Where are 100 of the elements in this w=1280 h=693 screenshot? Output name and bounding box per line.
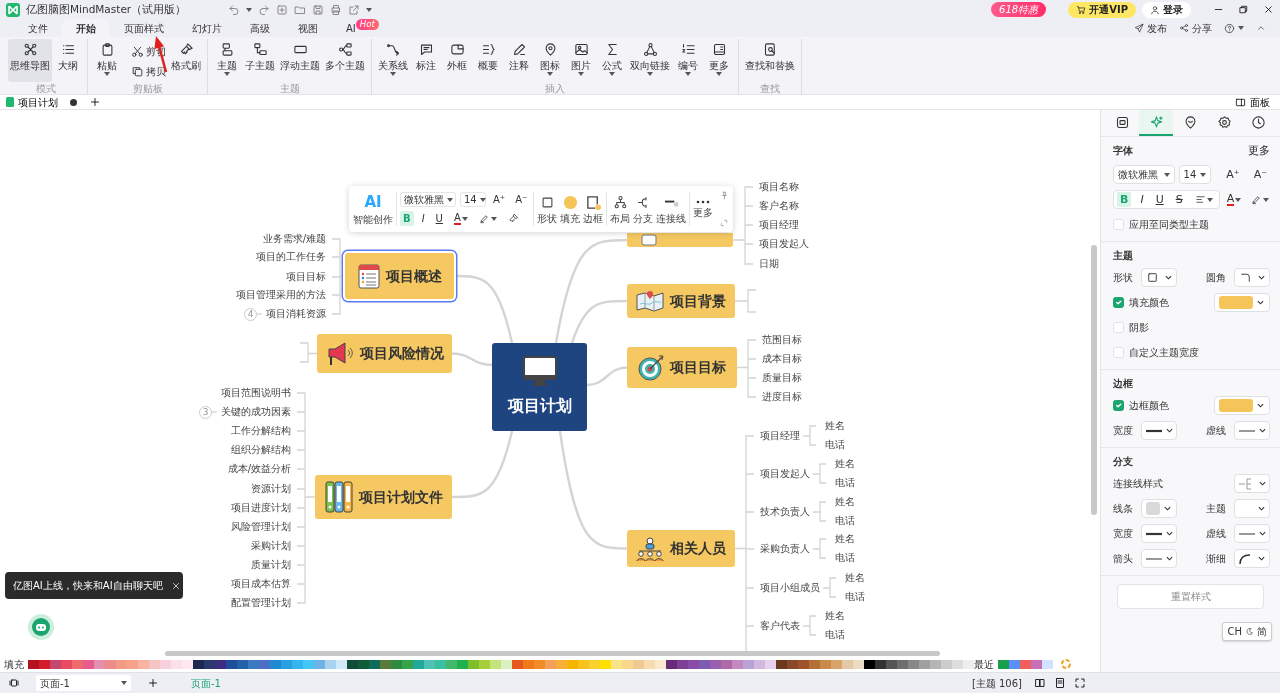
subtopic-label[interactable]: 项目目标 — [286, 270, 326, 284]
menu-tab[interactable]: 幻灯片 — [178, 19, 236, 37]
ribbon-button[interactable]: 更多 — [704, 39, 734, 82]
menu-tab[interactable]: 视图 — [284, 19, 332, 37]
subtopic-label[interactable]: 姓名 — [845, 571, 865, 585]
subtopic-label[interactable]: 风险管理计划 — [231, 520, 291, 534]
toolbar-button[interactable]: 填充 — [560, 194, 581, 224]
ribbon-button[interactable]: 关系线 — [376, 39, 410, 82]
subtopic-label[interactable]: 范围目标 — [762, 333, 802, 347]
grow-font-button[interactable]: A⁺ — [490, 192, 509, 207]
menu-tab[interactable]: 文件 — [14, 19, 62, 37]
ribbon-button[interactable]: 子主题 — [243, 39, 277, 82]
ribbon-button[interactable]: 浮动主题 — [278, 39, 322, 82]
subtopic-label[interactable]: 项目消耗资源 — [266, 307, 326, 321]
subtopic-label[interactable]: 项目发起人 — [759, 237, 809, 251]
ribbon-button[interactable]: 图片 — [566, 39, 596, 82]
style-button[interactable]: I — [1137, 192, 1147, 207]
subtopic-label[interactable]: 关键的成功因素 — [221, 405, 291, 419]
subtopic-label[interactable]: 工作分解结构 — [231, 424, 291, 438]
subtopic-label[interactable]: 电话 — [835, 476, 855, 490]
vip-button[interactable]: 开通VIP — [1068, 1, 1136, 18]
subtopic-label[interactable]: 质量目标 — [762, 371, 802, 385]
ribbon-button[interactable]: 图标 — [535, 39, 565, 82]
ribbon-button[interactable]: 外框 — [442, 39, 472, 82]
toolbar-button[interactable]: 形状 — [537, 194, 558, 224]
subtopic-label[interactable]: 客户名称 — [759, 199, 799, 213]
style-button[interactable]: U — [1152, 192, 1167, 207]
topic-node[interactable]: 项目目标 — [627, 347, 737, 388]
topic-node[interactable]: 项目背景 — [627, 284, 735, 318]
ribbon-button[interactable]: 概要 — [473, 39, 503, 82]
topic-node[interactable]: 项目概述 — [345, 253, 454, 299]
text-color-button[interactable]: A — [450, 211, 471, 226]
toolbar-button[interactable]: 更多 — [693, 200, 714, 218]
ribbon-button[interactable]: 格式刷 — [169, 39, 203, 82]
subtopic-label[interactable]: 采购计划 — [251, 539, 291, 553]
subtopic-label[interactable]: 质量计划 — [251, 558, 291, 572]
style-button[interactable]: S — [1172, 192, 1186, 207]
subtopic-label[interactable]: 项目发起人 — [760, 467, 810, 481]
subtopic-label[interactable]: 电话 — [835, 514, 855, 528]
subtopic-label[interactable]: 姓名 — [825, 609, 845, 623]
subtopic-label[interactable]: 姓名 — [825, 419, 845, 433]
subtopic-label[interactable]: 项目成本估算 — [231, 577, 291, 591]
style-button[interactable]: I — [418, 211, 428, 226]
login-button[interactable]: 登录 — [1142, 1, 1191, 18]
grow-font-button[interactable]: A⁺ — [1223, 167, 1243, 182]
style-button[interactable]: U — [432, 211, 446, 226]
more-link[interactable]: 更多 — [1248, 143, 1270, 160]
ai-button[interactable]: AI 智能创作 — [353, 193, 393, 225]
subtopic-label[interactable]: 成本目标 — [762, 352, 802, 366]
subtopic-label[interactable]: 技术负责人 — [760, 505, 810, 519]
subtopic-label[interactable]: 成本/效益分析 — [227, 462, 291, 476]
ribbon-button[interactable]: 查找和替换 — [743, 39, 797, 82]
subtopic-label[interactable]: 电话 — [825, 438, 845, 452]
text-color-button[interactable]: A — [1223, 192, 1245, 207]
subtopic-label[interactable]: 项目的工作任务 — [256, 250, 326, 264]
ribbon-button[interactable]: 编号 — [673, 39, 703, 82]
menu-tab[interactable]: 页面样式 — [110, 19, 178, 37]
subtopic-label[interactable]: 进度目标 — [762, 390, 802, 404]
shrink-font-button[interactable]: A⁻ — [512, 192, 531, 207]
subtopic-label[interactable]: 电话 — [845, 590, 865, 604]
subtopic-label[interactable]: 姓名 — [835, 495, 855, 509]
subtopic-label[interactable]: 项目经理 — [759, 218, 799, 232]
toolbar-button[interactable]: 边框 — [583, 194, 604, 224]
subtopic-label[interactable]: 客户代表 — [760, 619, 800, 633]
toolbar-button[interactable]: 连接线 — [656, 194, 687, 224]
subtopic-label[interactable]: 项目名称 — [759, 180, 799, 194]
subtopic-label[interactable]: 日期 — [759, 257, 779, 271]
input-method-indicator[interactable]: CH 简 — [1222, 622, 1272, 641]
ribbon-button[interactable]: 公式 — [597, 39, 627, 82]
subtopic-label[interactable]: 项目范围说明书 — [221, 386, 291, 400]
menu-tab[interactable]: 高级 — [236, 19, 284, 37]
topic-node[interactable]: 相关人员 — [627, 530, 735, 567]
subtopic-label[interactable]: 配置管理计划 — [231, 596, 291, 610]
header-action[interactable]: 发布 — [1128, 20, 1173, 36]
page-select[interactable]: 页面-1 — [36, 675, 131, 691]
subtopic-label[interactable]: 项目管理采用的方法 — [236, 288, 326, 302]
subtopic-label[interactable]: 组织分解结构 — [231, 443, 291, 457]
subtopic-label[interactable]: 姓名 — [835, 457, 855, 471]
topic-node[interactable]: 项目风险情况 — [317, 334, 452, 373]
subtopic-label[interactable]: 姓名 — [835, 532, 855, 546]
ribbon-button[interactable]: 主题 — [212, 39, 242, 82]
ribbon-button[interactable]: 大纲 — [53, 39, 83, 82]
ribbon-button[interactable]: 粘贴 — [92, 39, 122, 82]
central-topic[interactable]: 项目计划 — [492, 343, 587, 431]
subtopic-label[interactable]: 项目进度计划 — [231, 501, 291, 515]
font-select[interactable]: 微软雅黑 — [1113, 165, 1175, 184]
toolbar-button[interactable]: 分支 — [633, 194, 654, 224]
ribbon-button[interactable]: 思维导图 — [8, 39, 52, 82]
ribbon-button[interactable]: 标注 — [411, 39, 441, 82]
menu-tab[interactable]: 开始 — [62, 19, 110, 37]
panel-toggle[interactable]: 面板 — [1229, 95, 1276, 109]
ribbon-button[interactable]: 多个主题 — [323, 39, 367, 82]
subtopic-label[interactable]: 电话 — [835, 551, 855, 565]
ribbon-button[interactable]: 注释 — [504, 39, 534, 82]
header-action[interactable]: 分享 — [1173, 20, 1218, 36]
toolbar-button[interactable]: 布局 — [610, 194, 631, 224]
subtopic-label[interactable]: 业务需求/难题 — [262, 232, 326, 246]
ribbon-button[interactable]: 双向链接 — [628, 39, 672, 82]
subtopic-label[interactable]: 电话 — [825, 628, 845, 642]
subtopic-label[interactable]: 采购负责人 — [760, 542, 810, 556]
